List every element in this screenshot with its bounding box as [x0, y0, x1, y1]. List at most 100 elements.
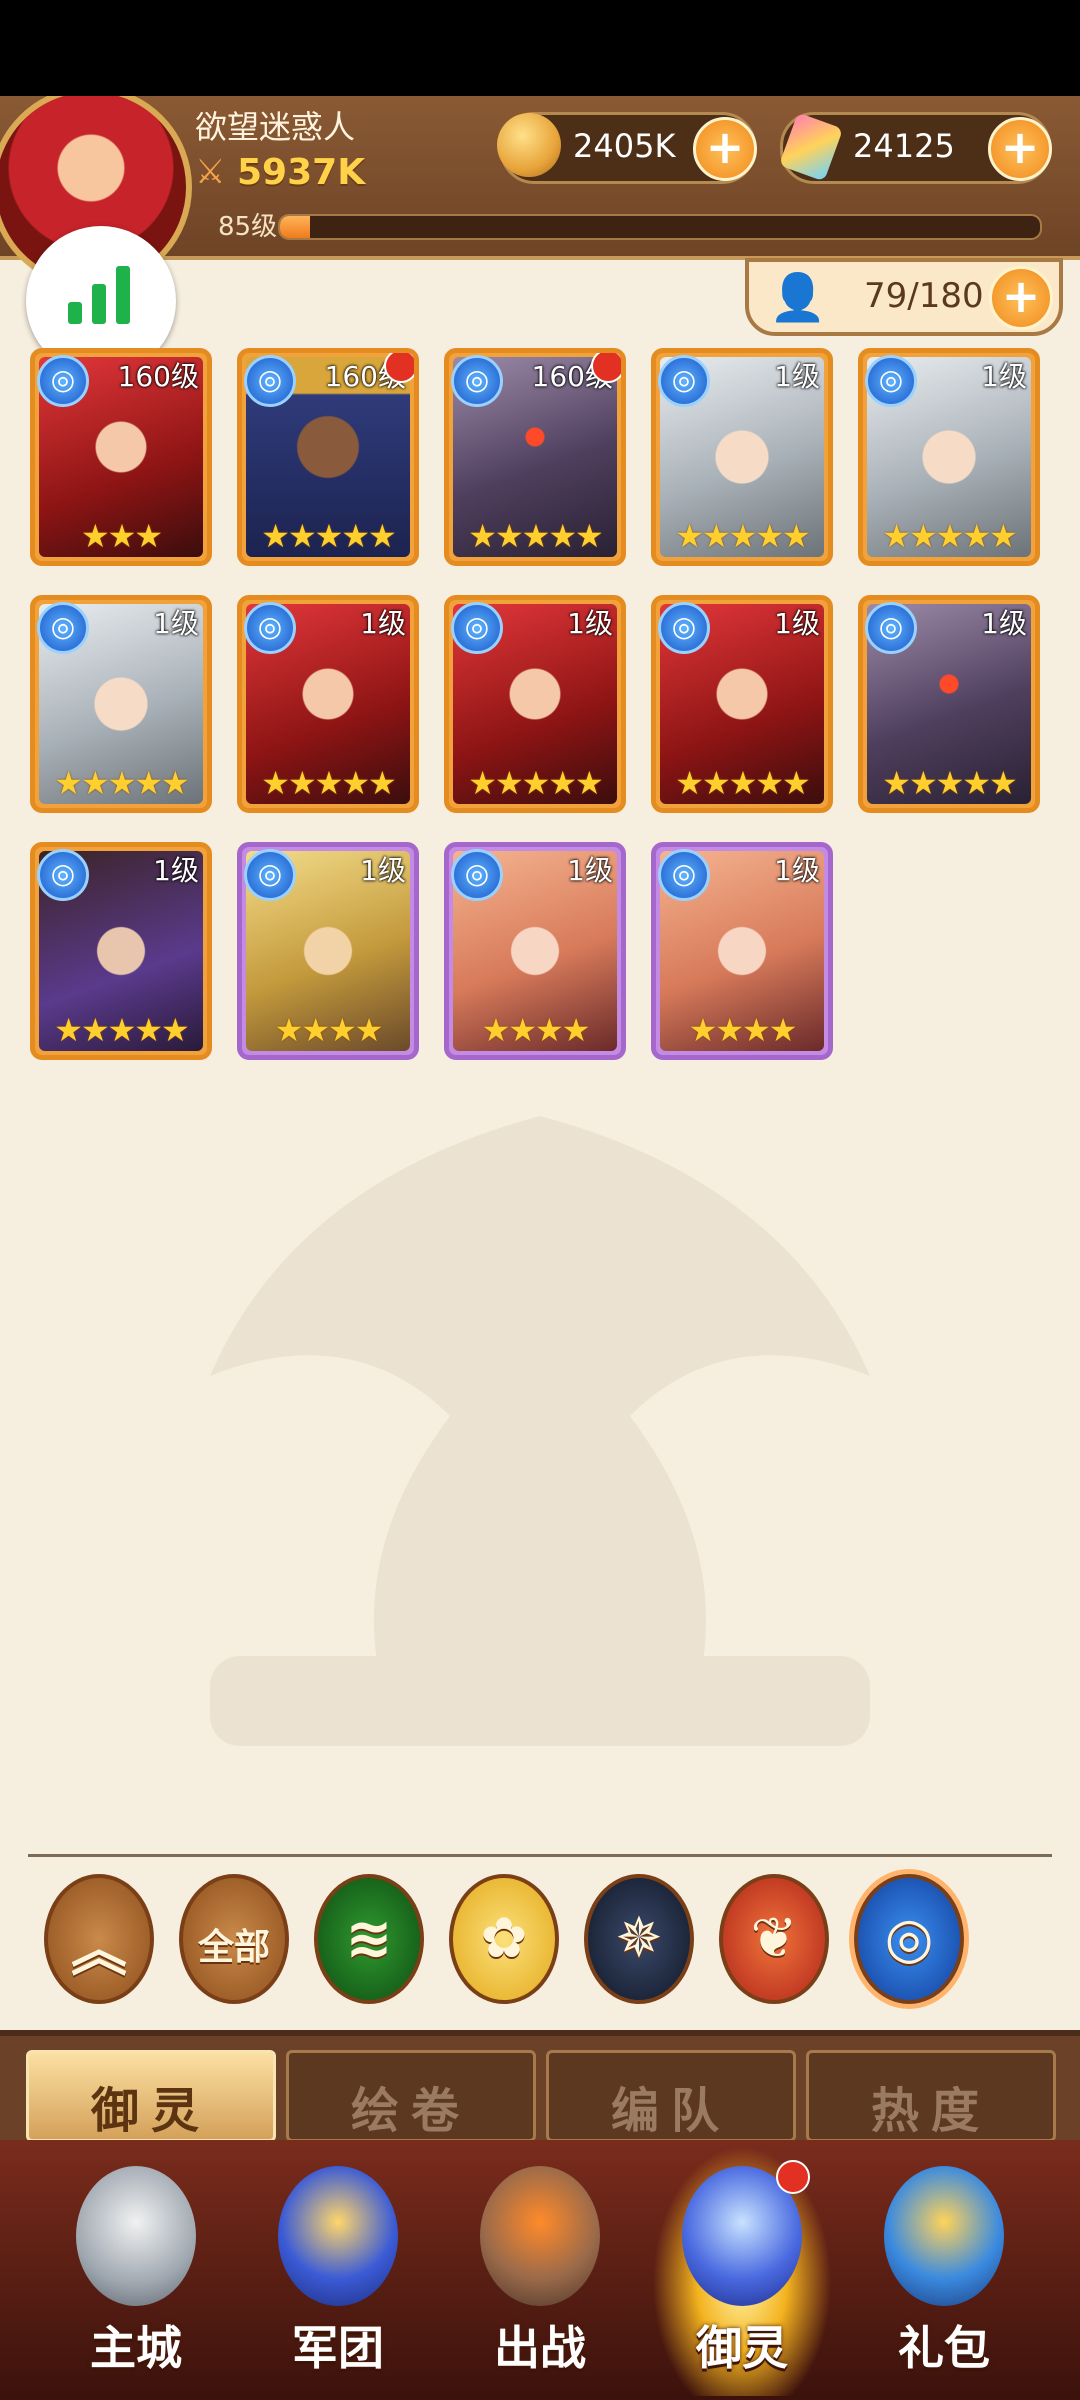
nav-1[interactable]: 主城 [46, 2146, 226, 2396]
star-rating: ★★★★★ [54, 764, 189, 802]
angel-statue-icon [76, 2166, 196, 2306]
light-element-filter-button[interactable]: ✿ [449, 1874, 559, 2004]
bottom-navigation: 主城 军团 出战 御灵 礼包 [0, 2140, 1080, 2400]
nav-3[interactable]: 出战 [450, 2146, 630, 2396]
nav-2[interactable]: 军团 [248, 2146, 428, 2396]
gate-sword-icon [480, 2166, 600, 2306]
star-rating: ★★★★ [481, 1011, 591, 1049]
hero-card[interactable]: ◎ 160级 ★★★ [30, 348, 212, 566]
shop-stall-icon [884, 2166, 1004, 2306]
hero-card[interactable]: ◎ 1级 ★★★★ [651, 842, 833, 1060]
nav-label: 御灵 [696, 2321, 788, 2375]
nav-5[interactable]: 礼包 [854, 2146, 1034, 2396]
crossed-swords-icon: ⚔ [195, 152, 226, 192]
water-element-icon: ◎ [244, 849, 296, 901]
tab-3[interactable]: 编队 [546, 2050, 796, 2142]
water-element-icon: ◎ [37, 355, 89, 407]
hero-card[interactable]: ◎ 1级 ★★★★ [444, 842, 626, 1060]
water-element-icon: ◎ [658, 602, 710, 654]
wind-element-filter-button[interactable]: ≋ [314, 1874, 424, 2004]
hero-level: 1级 [774, 854, 820, 887]
water-swirl-icon: ◎ [884, 1906, 934, 1971]
water-element-icon: ◎ [658, 849, 710, 901]
star-rating: ★★★ [80, 517, 163, 555]
double-chevron-up-icon: ︽ [71, 1919, 127, 1984]
water-element-icon: ◎ [451, 355, 503, 407]
add-gem-button[interactable]: + [988, 117, 1052, 181]
tab-2[interactable]: 绘卷 [286, 2050, 536, 2142]
water-element-icon: ◎ [37, 602, 89, 654]
hero-card[interactable]: ◎ 1级 ★★★★ [237, 842, 419, 1060]
star-rating: ★★★★★ [468, 517, 603, 555]
nav-label: 礼包 [898, 2321, 990, 2375]
gem-value: 24125 [853, 127, 955, 165]
star-emblem-icon: ✵ [615, 1906, 663, 1971]
filter-divider [28, 1854, 1052, 1857]
water-element-icon: ◎ [244, 355, 296, 407]
hero-card[interactable]: ◎ 160级 ★★★★★ [237, 348, 419, 566]
player-header: 欲望迷惑人 ⚔ 5937K 85级 2405K + 24125 + [0, 96, 1080, 288]
hero-level: 160级 [117, 360, 199, 393]
filter-label: 全部 [197, 1927, 270, 1968]
hero-card[interactable]: ◎ 1级 ★★★★★ [30, 595, 212, 813]
hero-level: 1级 [360, 607, 406, 640]
expand-capacity-button[interactable]: + [989, 266, 1053, 330]
player-level: 85级 [218, 212, 278, 242]
dark-element-filter-button[interactable]: ✵ [584, 1874, 694, 2004]
all-filter-button[interactable]: 全部 [179, 1874, 289, 2004]
hero-card[interactable]: ◎ 1级 ★★★★★ [237, 595, 419, 813]
star-rating: ★★★★★ [675, 517, 810, 555]
gem-resource: 24125 + [778, 112, 1052, 184]
tab-label: 热度 [870, 2083, 991, 2139]
nav-label: 出战 [494, 2321, 586, 2375]
star-rating: ★★★★★ [882, 517, 1017, 555]
notification-dot [776, 2160, 810, 2194]
hero-card[interactable]: ◎ 1级 ★★★★★ [651, 348, 833, 566]
xp-progress-bar [278, 214, 1042, 240]
star-rating: ★★★★★ [261, 764, 396, 802]
tab-bar: 御灵 绘卷 编队 热度 [0, 2030, 1080, 2146]
background-emblem [210, 1116, 870, 1746]
hero-card[interactable]: ◎ 1级 ★★★★★ [444, 595, 626, 813]
hero-card[interactable]: ◎ 1级 ★★★★★ [30, 842, 212, 1060]
add-gold-button[interactable]: + [693, 117, 757, 181]
player-name: 欲望迷惑人 [195, 108, 356, 146]
wind-icon: ≋ [345, 1906, 393, 1971]
hero-level: 1级 [981, 607, 1027, 640]
star-rating: ★★★★ [688, 1011, 798, 1049]
tab-label: 编队 [610, 2083, 731, 2139]
rose-icon: ✿ [480, 1906, 528, 1971]
water-element-icon: ◎ [865, 355, 917, 407]
gold-coin-icon [497, 113, 561, 177]
combat-power-value: 5937K [237, 152, 366, 193]
hero-level: 1级 [567, 607, 613, 640]
tab-label: 绘卷 [350, 2083, 471, 2139]
tab-1[interactable]: 御灵 [26, 2050, 276, 2142]
tab-4[interactable]: 热度 [806, 2050, 1056, 2142]
star-rating: ★★★★★ [675, 764, 810, 802]
hero-card[interactable]: ◎ 1级 ★★★★★ [858, 595, 1040, 813]
water-element-icon: ◎ [451, 602, 503, 654]
nav-label: 主城 [90, 2321, 182, 2375]
hero-level: 1级 [774, 360, 820, 393]
hero-card[interactable]: ◎ 1级 ★★★★★ [858, 348, 1040, 566]
hero-level: 1级 [774, 607, 820, 640]
water-element-filter-button[interactable]: ◎ [854, 1874, 964, 2004]
hero-level: 1级 [153, 854, 199, 887]
nav-label: 军团 [292, 2321, 384, 2375]
phoenix-icon: ❦ [750, 1906, 798, 1971]
collapse-filter-button[interactable]: ︽ [44, 1874, 154, 2004]
nav-4[interactable]: 御灵 [652, 2146, 832, 2396]
hero-card[interactable]: ◎ 160级 ★★★★★ [444, 348, 626, 566]
fire-element-filter-button[interactable]: ❦ [719, 1874, 829, 2004]
star-rating: ★★★★★ [261, 517, 396, 555]
water-element-icon: ◎ [37, 849, 89, 901]
person-icon: 👤 [769, 270, 827, 324]
water-element-icon: ◎ [244, 602, 296, 654]
hero-card[interactable]: ◎ 1级 ★★★★★ [651, 595, 833, 813]
fist-shield-icon [278, 2166, 398, 2306]
star-rating: ★★★★★ [54, 1011, 189, 1049]
game-screen: 欲望迷惑人 ⚔ 5937K 85级 2405K + 24125 + 👤 79/1… [0, 96, 1080, 2400]
water-element-icon: ◎ [865, 602, 917, 654]
notification-dot [591, 353, 621, 383]
